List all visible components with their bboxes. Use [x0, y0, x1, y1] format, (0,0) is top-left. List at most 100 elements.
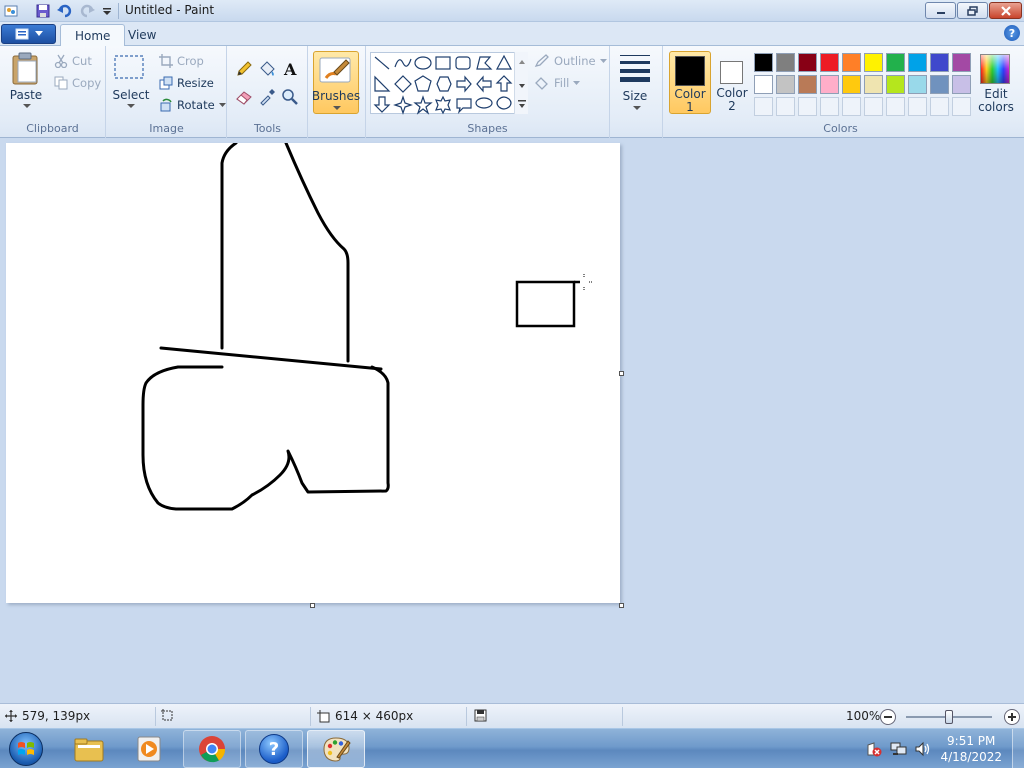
- paste-button[interactable]: Paste: [10, 52, 44, 108]
- magnifier-icon: [281, 88, 298, 105]
- rotate-button[interactable]: Rotate: [159, 98, 226, 112]
- zoom-in-button[interactable]: [1004, 709, 1020, 725]
- resize-handle-right[interactable]: [619, 371, 624, 376]
- volume-icon[interactable]: [914, 741, 932, 760]
- network-icon[interactable]: [890, 741, 908, 760]
- cloud-callout-shape-icon: [496, 96, 512, 110]
- palette-swatch[interactable]: [754, 75, 773, 94]
- zoom-slider-thumb[interactable]: [945, 710, 953, 724]
- close-button[interactable]: [989, 2, 1022, 19]
- rotate-label: Rotate: [177, 98, 215, 112]
- drawing-canvas[interactable]: [6, 143, 620, 603]
- palette-swatch[interactable]: [798, 75, 817, 94]
- oval-shape-icon: [414, 56, 432, 70]
- action-center-icon[interactable]: [866, 741, 882, 760]
- hexagon-shape-icon: [436, 76, 452, 92]
- taskbar-help[interactable]: ?: [245, 730, 303, 768]
- palette-swatch[interactable]: [820, 53, 839, 72]
- palette-swatch[interactable]: [864, 75, 883, 94]
- palette-swatch[interactable]: [908, 75, 927, 94]
- outline-label: Outline: [554, 54, 596, 68]
- shapes-gallery-icons: [373, 54, 513, 115]
- undo-icon[interactable]: [56, 2, 74, 20]
- palette-swatch[interactable]: [798, 53, 817, 72]
- custom-color-slot[interactable]: [820, 97, 839, 116]
- palette-swatch[interactable]: [776, 75, 795, 94]
- palette-swatch[interactable]: [952, 53, 971, 72]
- show-desktop-button[interactable]: [1012, 729, 1024, 768]
- paint-menu-button[interactable]: [1, 24, 56, 44]
- text-tool[interactable]: A: [279, 58, 300, 79]
- palette-swatch[interactable]: [842, 75, 861, 94]
- custom-color-slot[interactable]: [952, 97, 971, 116]
- ribbon: Paste Cut Copy Clipboard Select Crop Res…: [0, 46, 1024, 138]
- custom-color-slot[interactable]: [930, 97, 949, 116]
- custom-color-slot[interactable]: [864, 97, 883, 116]
- polygon-shape-icon: [476, 56, 493, 70]
- window-title: Untitled - Paint: [125, 3, 215, 17]
- custom-color-slot[interactable]: [908, 97, 927, 116]
- taskbar-explorer[interactable]: [60, 730, 118, 768]
- restore-button[interactable]: [957, 2, 988, 19]
- tab-view[interactable]: View: [114, 24, 170, 46]
- edit-colors-button[interactable]: Edit colors: [974, 52, 1018, 114]
- redo-icon[interactable]: [78, 2, 96, 20]
- paint-app-icon[interactable]: [2, 2, 20, 20]
- taskbar-chrome[interactable]: [183, 730, 241, 768]
- drawing-stroke-left-vertical: [220, 143, 238, 350]
- select-button[interactable]: Select: [112, 52, 150, 110]
- palette-swatch[interactable]: [886, 53, 905, 72]
- taskbar-paint[interactable]: [307, 730, 365, 768]
- zoom-out-button[interactable]: [880, 709, 896, 725]
- resize-button[interactable]: Resize: [159, 76, 214, 90]
- taskbar-media-player[interactable]: [120, 730, 178, 768]
- fill-tool[interactable]: [256, 58, 277, 79]
- palette-swatch[interactable]: [952, 75, 971, 94]
- palette-swatch[interactable]: [776, 53, 795, 72]
- copy-icon: [54, 76, 68, 90]
- palette-swatch[interactable]: [908, 53, 927, 72]
- color-spectrum-icon: [980, 54, 1010, 84]
- cut-button[interactable]: Cut: [54, 54, 92, 68]
- palette-swatch[interactable]: [930, 75, 949, 94]
- palette-swatch[interactable]: [886, 75, 905, 94]
- fill-button[interactable]: Fill: [534, 76, 581, 90]
- taskbar: ? 9:51 PM 4/18/2022: [0, 728, 1024, 768]
- custom-color-slot[interactable]: [754, 97, 773, 116]
- palette-swatch[interactable]: [820, 75, 839, 94]
- start-button[interactable]: [6, 730, 46, 768]
- eraser-tool[interactable]: [233, 86, 254, 107]
- help-icon[interactable]: ?: [1004, 25, 1020, 41]
- copy-button[interactable]: Copy: [54, 76, 101, 90]
- system-clock[interactable]: 9:51 PM 4/18/2022: [940, 733, 1002, 765]
- minimize-icon: [936, 11, 945, 14]
- up-arrow-shape-icon: [495, 75, 513, 92]
- outline-button[interactable]: Outline: [534, 54, 607, 68]
- resize-handle-bottom[interactable]: [310, 603, 315, 608]
- palette-swatch[interactable]: [842, 53, 861, 72]
- color-picker-tool[interactable]: [256, 86, 277, 107]
- palette-swatch[interactable]: [754, 53, 773, 72]
- crop-button[interactable]: Crop: [159, 54, 204, 68]
- custom-color-slot[interactable]: [842, 97, 861, 116]
- save-icon[interactable]: [34, 2, 52, 20]
- magnifier-tool[interactable]: [279, 86, 300, 107]
- diamond-shape-icon: [394, 75, 412, 93]
- customize-quick-access-icon[interactable]: [98, 2, 116, 20]
- status-separator: [622, 707, 623, 726]
- minimize-button[interactable]: [925, 2, 956, 19]
- paste-dropdown-icon: [23, 104, 31, 108]
- custom-color-slot[interactable]: [886, 97, 905, 116]
- pencil-tool[interactable]: [233, 58, 254, 79]
- custom-color-slot[interactable]: [776, 97, 795, 116]
- shapes-scrollbar[interactable]: [514, 52, 528, 114]
- outline-dropdown-icon: [599, 58, 607, 63]
- size-button[interactable]: Size: [618, 52, 656, 110]
- status-separator: [155, 707, 156, 726]
- custom-color-slot[interactable]: [798, 97, 817, 116]
- resize-handle-corner[interactable]: [619, 603, 624, 608]
- palette-swatch[interactable]: [930, 53, 949, 72]
- text-a-icon: A: [283, 60, 297, 78]
- palette-swatch[interactable]: [864, 53, 883, 72]
- tools-group-label: Tools: [253, 122, 282, 135]
